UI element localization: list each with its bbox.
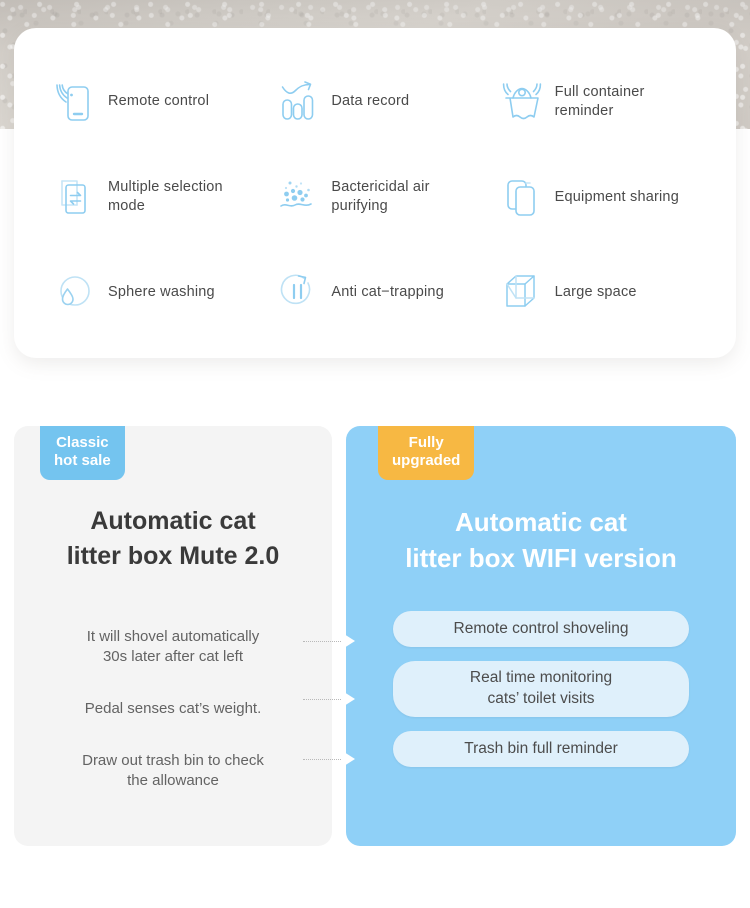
connector-arrow-2 — [303, 752, 355, 766]
feature-label: Equipment sharing — [554, 188, 679, 205]
feature-item-multiple-selection: Multiple selection mode — [40, 149, 263, 244]
list-item: Pedal senses cat’s weight. — [84, 699, 262, 717]
connector-arrow-0 — [303, 634, 355, 648]
list-item: Trash bin full reminder — [393, 731, 689, 767]
list-item: Real time monitoring cats’ toilet visits — [393, 661, 689, 717]
feature-label: Sphere washing — [108, 284, 215, 301]
product-card-classic[interactable]: Classic hot sale Automatic cat litter bo… — [14, 426, 332, 846]
feature-item-data-record: Data record — [263, 54, 486, 149]
feature-label: Large space — [554, 284, 637, 301]
bubbles-wave-icon — [277, 174, 319, 220]
dotted-line — [303, 758, 341, 760]
arrow-right-icon — [344, 634, 355, 648]
dotted-line — [303, 698, 341, 700]
feature-item-large-space: Large space — [487, 245, 710, 340]
product-card-wifi[interactable]: Fully upgraded Automatic cat litter box … — [346, 426, 736, 846]
arrow-right-icon — [344, 752, 355, 766]
list-item: Draw out trash bin to check the allowanc… — [82, 751, 264, 789]
dotted-line — [303, 640, 341, 642]
comparison-section: Classic hot sale Automatic cat litter bo… — [14, 426, 736, 846]
feature-item-anti-cat-trapping: Anti cat−trapping — [263, 245, 486, 340]
feature-label: Remote control — [108, 93, 210, 110]
feature-item-sphere-washing: Sphere washing — [40, 245, 263, 340]
status-badge-classic: Classic hot sale — [40, 426, 125, 480]
bar-chart-arrow-icon — [277, 79, 319, 125]
feature-item-equipment-sharing: Equipment sharing — [487, 149, 710, 244]
feature-item-full-container: Full container reminder — [487, 54, 710, 149]
list-item: It will shovel automatically 30s later a… — [86, 627, 260, 665]
list-item: Remote control shoveling — [393, 611, 689, 647]
pause-refresh-icon — [277, 269, 319, 315]
feature-item-bactericidal-air: Bactericidal air purifying — [263, 149, 486, 244]
feature-label: Multiple selection mode — [108, 179, 223, 214]
feature-panel: Remote control Data record Full containe… — [14, 28, 736, 358]
connector-arrow-1 — [303, 692, 355, 706]
feature-item-remote-control: Remote control — [40, 54, 263, 149]
feature-label: Bactericidal air purifying — [331, 179, 430, 214]
two-phones-icon — [501, 174, 543, 220]
status-badge-wifi: Fully upgraded — [378, 426, 475, 480]
card-title-classic: Automatic cat litter box Mute 2.0 — [66, 507, 280, 570]
cube-icon — [501, 269, 543, 315]
bin-full-alert-icon — [501, 79, 543, 125]
arrow-right-icon — [344, 692, 355, 706]
phone-signal-icon — [54, 79, 96, 125]
feature-label: Anti cat−trapping — [331, 284, 444, 301]
feature-label: Data record — [331, 93, 410, 110]
feature-grid: Remote control Data record Full containe… — [14, 28, 736, 358]
classic-feature-list: It will shovel automatically 30s later a… — [14, 616, 332, 802]
feature-label: Full container reminder — [554, 84, 645, 119]
wifi-feature-list: Remote control shoveling Real time monit… — [346, 611, 736, 767]
droplet-circle-icon — [54, 269, 96, 315]
card-title-wifi: Automatic cat litter box WIFI version — [405, 507, 677, 574]
swap-documents-icon — [54, 174, 96, 220]
